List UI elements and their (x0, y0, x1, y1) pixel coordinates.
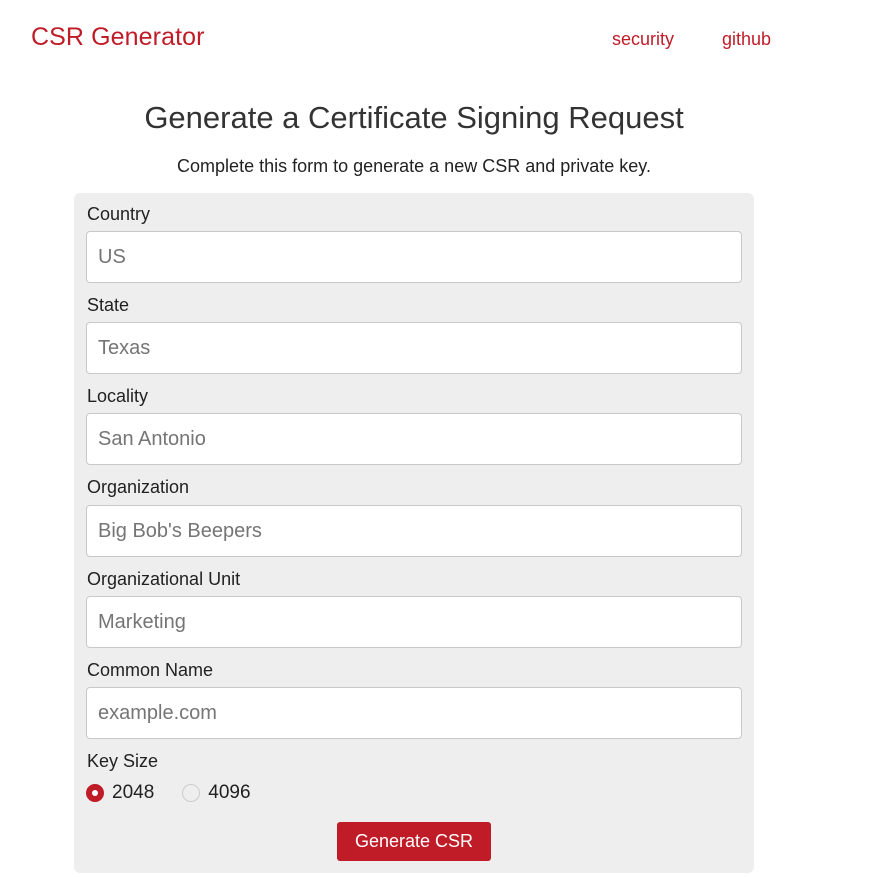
state-label: State (87, 295, 130, 315)
radio-unchecked-icon[interactable] (182, 784, 201, 802)
country-label: Country (87, 204, 151, 224)
common-name-label: Common Name (87, 660, 214, 680)
organization-input[interactable] (86, 505, 742, 557)
key-size-option-4096[interactable]: 4096 (182, 782, 251, 804)
common-name-input[interactable] (86, 687, 742, 739)
key-size-radio-group: 2048 4096 (86, 781, 279, 805)
navbar: CSR Generator security github (0, 0, 873, 80)
state-input[interactable] (86, 322, 742, 374)
csr-form: Country State Locality Organization Orga… (74, 193, 754, 873)
nav-link-github[interactable]: github (722, 29, 771, 50)
key-size-option-label: 4096 (208, 782, 251, 803)
generate-csr-button[interactable]: Generate CSR (337, 822, 491, 861)
key-size-option-label: 2048 (112, 782, 155, 803)
nav-link-security[interactable]: security (612, 29, 674, 50)
radio-checked-icon[interactable] (86, 784, 104, 802)
locality-label: Locality (87, 386, 149, 406)
page-subtitle: Complete this form to generate a new CSR… (177, 156, 651, 176)
country-input[interactable] (86, 231, 742, 283)
organization-label: Organization (87, 477, 190, 497)
brand-link[interactable]: CSR Generator (31, 23, 205, 52)
key-size-option-2048[interactable]: 2048 (86, 782, 154, 804)
key-size-label: Key Size (87, 751, 159, 771)
organizational-unit-input[interactable] (86, 596, 742, 648)
organizational-unit-label: Organizational Unit (87, 569, 241, 589)
page-title: Generate a Certificate Signing Request (144, 100, 684, 135)
locality-input[interactable] (86, 413, 742, 465)
